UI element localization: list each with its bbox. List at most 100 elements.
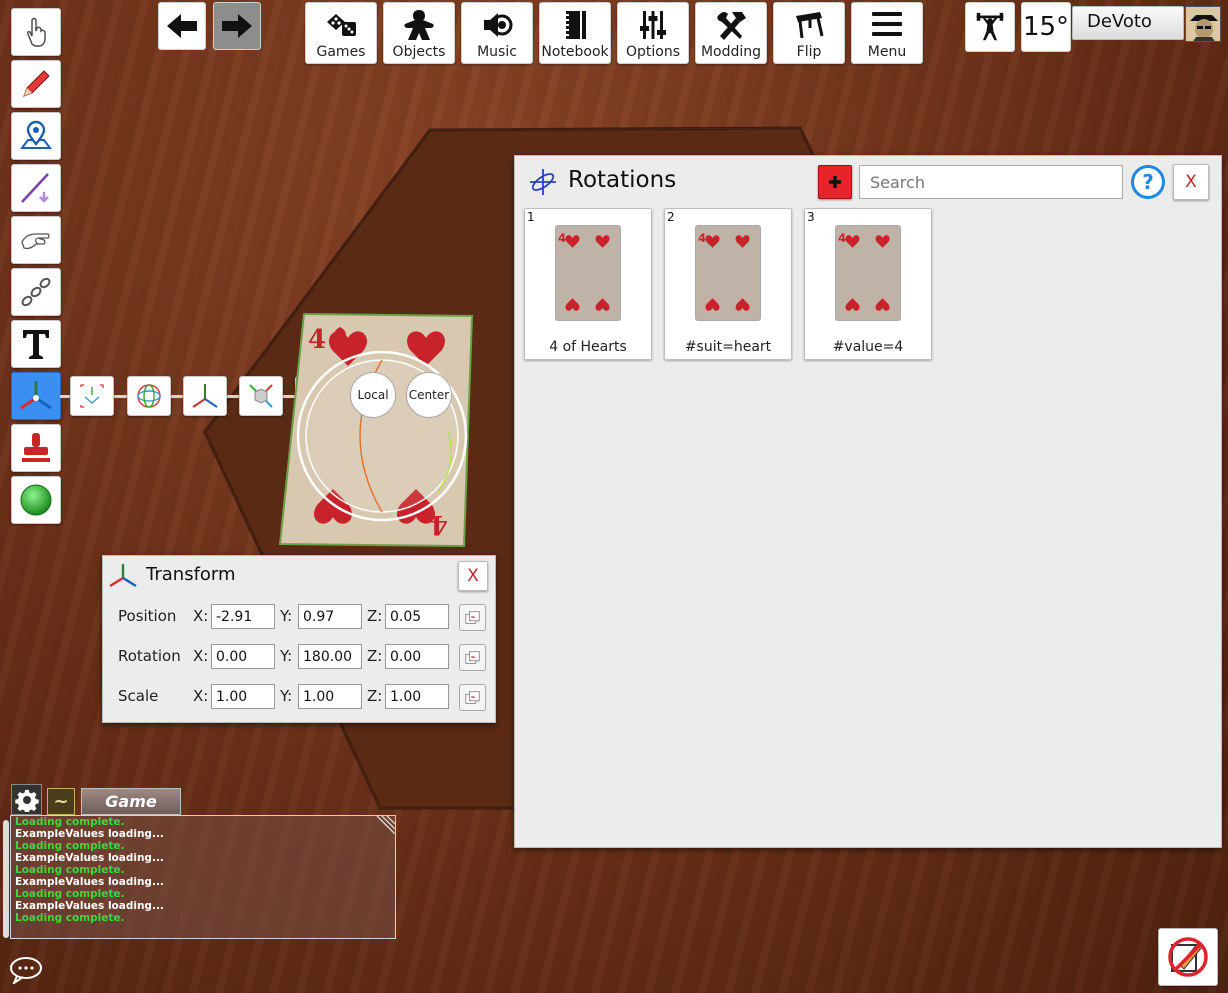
rotation-x-input[interactable] — [211, 644, 275, 669]
objects-button[interactable]: Objects — [383, 2, 455, 64]
chat-bubble-icon — [10, 957, 42, 986]
chat-line: Loading complete. — [15, 816, 125, 828]
weightlifter-icon — [976, 12, 1004, 41]
undo-back-button[interactable] — [158, 2, 206, 50]
meeple-icon — [404, 10, 434, 40]
tile-index: 2 — [667, 210, 675, 224]
card-thumbnail: 4 — [695, 225, 761, 321]
grab-tool-button[interactable] — [11, 8, 61, 56]
player-avatar[interactable] — [1185, 6, 1221, 42]
chat-bubble-button[interactable] — [9, 956, 43, 986]
axis-label-z: Z: — [367, 607, 383, 625]
rotations-close-button[interactable]: X — [1173, 164, 1209, 200]
rotation-z-input[interactable] — [385, 644, 449, 669]
player-name-button[interactable]: DeVoto — [1072, 6, 1184, 40]
rotation-label: Rotation — [118, 647, 181, 665]
gizmo-scale-button[interactable] — [239, 376, 283, 416]
dice-icon — [327, 14, 356, 36]
axis-label-z: Z: — [367, 687, 383, 705]
notebook-button[interactable]: Notebook — [539, 2, 611, 64]
gizmo-icon — [20, 381, 52, 410]
card-rank-top: 4 — [308, 325, 326, 355]
axis-label-z: Z: — [367, 647, 383, 665]
chat-tab-game[interactable]: Game — [81, 788, 181, 815]
modding-button[interactable]: Modding — [695, 2, 767, 64]
notes-visibility-toggle[interactable] — [1158, 928, 1218, 986]
joint-tool-button[interactable] — [11, 268, 61, 316]
line-tool-icon — [21, 173, 49, 203]
rotation-card-tile[interactable]: 1 4 4 of Hearts — [524, 208, 652, 360]
redo-forward-button[interactable] — [213, 2, 261, 50]
options-label: Options — [625, 44, 681, 60]
position-copy-button[interactable] — [459, 604, 486, 631]
add-rotation-button[interactable] — [818, 165, 852, 199]
rotation-step-value[interactable]: 15° — [1021, 2, 1071, 52]
position-x-input[interactable] — [211, 604, 275, 629]
hammer-wrench-icon — [717, 12, 746, 40]
flip-label: Flip — [796, 44, 822, 60]
flip-button[interactable]: Flip — [773, 2, 845, 64]
rotate-rings-icon — [137, 384, 161, 408]
gizmo-snap-button[interactable] — [70, 376, 114, 416]
chat-console-toggle[interactable]: ~ — [47, 788, 75, 815]
scale-x-input[interactable] — [211, 684, 275, 709]
svg-text:4: 4 — [698, 231, 706, 245]
scale-z-input[interactable] — [385, 684, 449, 709]
chat-line: ExampleValues loading... — [15, 852, 164, 864]
snap-points-icon — [80, 384, 104, 408]
scale-y-input[interactable] — [298, 684, 362, 709]
games-button[interactable]: Games — [305, 2, 377, 64]
arrow-right-icon — [222, 14, 252, 38]
axis-label-x: X: — [193, 607, 209, 625]
chat-settings-button[interactable] — [11, 784, 42, 815]
chat-log[interactable]: Loading complete. ExampleValues loading.… — [10, 815, 396, 939]
line-tool-button[interactable] — [11, 164, 61, 212]
chat-scrollbar[interactable] — [3, 820, 9, 938]
rotation-card-tile[interactable]: 2 4 #suit=heart — [664, 208, 792, 360]
position-label: Position — [118, 607, 177, 625]
stamp-icon — [22, 433, 50, 462]
table-playing-card[interactable]: 4 4 — [278, 312, 476, 550]
gizmo-rotate-button[interactable] — [127, 376, 171, 416]
axis-label-x: X: — [193, 647, 209, 665]
help-button[interactable]: ? — [1131, 165, 1165, 199]
music-button[interactable]: Music — [461, 2, 533, 64]
gizmo-tool-button[interactable] — [11, 372, 61, 420]
rotation-card-tile[interactable]: 3 4 #value=4 — [804, 208, 932, 360]
rotation-y-input[interactable] — [298, 644, 362, 669]
scale-copy-button[interactable] — [459, 684, 486, 711]
physics-tool-button[interactable] — [11, 476, 61, 524]
position-y-input[interactable] — [298, 604, 362, 629]
tile-name: 4 of Hearts — [549, 339, 627, 355]
card-thumbnail: 4 — [835, 225, 901, 321]
tile-index: 1 — [527, 210, 535, 224]
plus-icon — [828, 175, 842, 189]
gizmo-move-button[interactable] — [183, 376, 227, 416]
transform-close-button[interactable]: X — [458, 561, 488, 591]
copy-icon — [464, 690, 480, 704]
text-tool-icon — [23, 330, 49, 359]
flick-tool-button[interactable] — [11, 216, 61, 264]
menu-button[interactable]: Menu — [851, 2, 923, 64]
text-tool-button[interactable] — [11, 320, 61, 368]
speaker-icon — [484, 13, 513, 37]
transform-gizmo-icon — [109, 564, 137, 588]
chat-line: ExampleValues loading... — [15, 876, 164, 888]
grab-hand-icon — [27, 17, 46, 47]
no-notes-icon — [1168, 937, 1208, 977]
center-pivot-toggle[interactable]: Center — [406, 372, 452, 418]
chat-resize-handle[interactable] — [375, 816, 395, 834]
rotation-copy-button[interactable] — [459, 644, 486, 671]
position-z-input[interactable] — [385, 604, 449, 629]
rotations-search-input[interactable] — [859, 165, 1123, 199]
modding-label: Modding — [700, 44, 762, 60]
stamp-tool-button[interactable] — [11, 424, 61, 472]
axis-label-x: X: — [193, 687, 209, 705]
options-button[interactable]: Options — [617, 2, 689, 64]
draw-tool-button[interactable] — [11, 60, 61, 108]
svg-text:4: 4 — [838, 231, 846, 245]
axis-label-y: Y: — [280, 647, 293, 665]
zone-tool-button[interactable] — [11, 112, 61, 160]
lift-height-button[interactable] — [965, 2, 1015, 52]
local-space-toggle[interactable]: Local — [350, 372, 396, 418]
